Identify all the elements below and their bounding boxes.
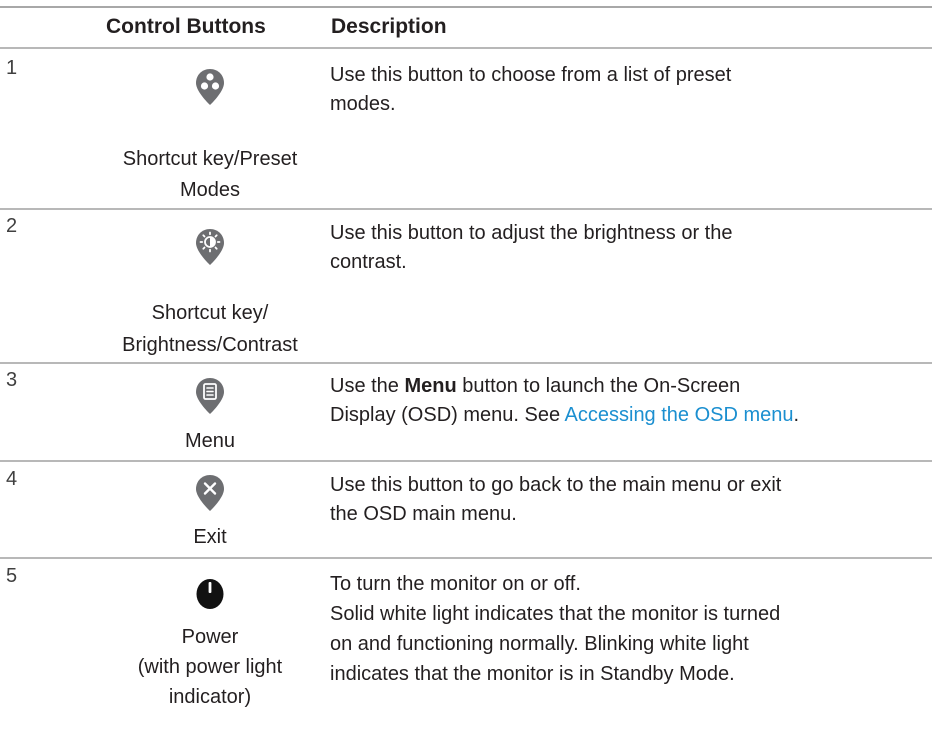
button-caption: Shortcut key/Preset (122, 148, 298, 170)
row-number: 1 (6, 57, 18, 79)
power-icon[interactable] (195, 575, 225, 613)
row-description: Display (OSD) menu. See Accessing the OS… (330, 404, 800, 426)
exit-icon[interactable] (195, 474, 225, 512)
row-description: Use the Menu button to launch the On-Scr… (330, 375, 741, 397)
button-caption: Brightness/Contrast (122, 334, 298, 356)
row-number: 5 (6, 565, 18, 587)
preset-modes-icon[interactable] (195, 68, 225, 106)
button-caption: Power (181, 626, 239, 648)
row-description: indicates that the monitor is in Standby… (330, 663, 735, 685)
row-divider (0, 557, 932, 559)
menu-bold-term: Menu (404, 375, 457, 397)
button-caption: Exit (193, 526, 227, 548)
button-caption: (with power light (137, 656, 283, 678)
button-caption: Shortcut key/ (151, 302, 269, 324)
menu-icon[interactable] (195, 377, 225, 415)
table-top-rule (0, 6, 932, 8)
button-caption: Menu (184, 430, 236, 452)
header-control-buttons: Control Buttons (106, 15, 266, 38)
row-divider (0, 460, 932, 462)
button-caption: Modes (179, 179, 241, 201)
row-description: Use this button to choose from a list of… (330, 64, 732, 86)
brightness-contrast-icon[interactable] (195, 228, 225, 266)
row-description: Use this button to adjust the brightness… (330, 222, 733, 244)
row-description: the OSD main menu. (330, 503, 517, 525)
control-buttons-table: Control Buttons Description 1 Shortcut k… (0, 0, 932, 732)
row-divider (0, 362, 932, 364)
row-number: 3 (6, 369, 18, 391)
row-number: 2 (6, 215, 18, 237)
row-number: 4 (6, 468, 18, 490)
row-description: Use this button to go back to the main m… (330, 474, 782, 496)
header-description: Description (331, 15, 447, 38)
row-description: modes. (330, 93, 396, 115)
button-caption: indicator) (168, 686, 252, 708)
row-description: To turn the monitor on or off. (330, 573, 581, 595)
row-description: contrast. (330, 251, 407, 273)
row-description: on and functioning normally. Blinking wh… (330, 633, 749, 655)
row-description: Solid white light indicates that the mon… (330, 603, 781, 625)
row-divider (0, 208, 932, 210)
accessing-osd-menu-link[interactable]: Accessing the OSD menu (565, 404, 794, 426)
header-rule (0, 47, 932, 49)
